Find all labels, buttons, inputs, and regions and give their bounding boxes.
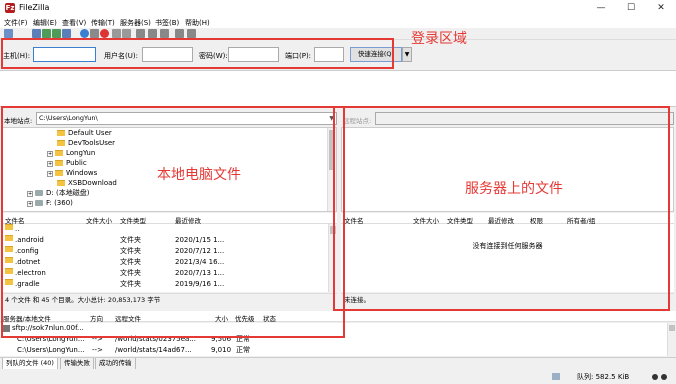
status-bar: 队列: 582.5 KiB (0, 369, 676, 384)
close-button[interactable]: ✕ (646, 0, 676, 17)
menu-edit[interactable]: 编辑(E) (33, 18, 57, 28)
filezilla-icon: Fz (5, 3, 15, 13)
remote-files-annotation: 服务器上的文件 (465, 181, 563, 197)
toggle-remote-tree-icon[interactable] (52, 29, 61, 38)
message-log (0, 70, 676, 107)
menu-view[interactable]: 查看(V) (62, 18, 86, 28)
window-title: FileZilla (19, 3, 50, 12)
queue-row[interactable]: C:\Users\LongYun... --> /world/stats/14a… (0, 345, 676, 356)
login-area-annotation: 登录区域 (411, 31, 467, 47)
find-icon[interactable] (187, 29, 196, 38)
toggle-tree-icon[interactable] (42, 29, 51, 38)
disconnect-icon[interactable] (112, 29, 121, 38)
cancel-icon[interactable] (100, 29, 109, 38)
filter-icon[interactable] (136, 29, 145, 38)
sync-browse-icon[interactable] (160, 29, 169, 38)
reconnect-icon[interactable] (122, 29, 131, 38)
toggle-log-icon[interactable] (32, 29, 41, 38)
scroll-thumb[interactable] (669, 325, 675, 331)
site-manager-icon[interactable] (4, 29, 13, 38)
status-led-icon (652, 374, 658, 380)
login-area-box (1, 38, 394, 69)
search-icon[interactable] (175, 29, 184, 38)
menu-server[interactable]: 服务器(S) (120, 18, 151, 28)
queue-icon (552, 373, 560, 380)
minimize-button[interactable]: — (586, 0, 616, 17)
menu-bookmarks[interactable]: 书签(B) (155, 18, 179, 28)
menu-help[interactable]: 帮助(H) (185, 18, 210, 28)
menu-transfer[interactable]: 传输(T) (91, 18, 115, 28)
quickconnect-dropdown[interactable]: ▼ (402, 47, 412, 62)
compare-icon[interactable] (148, 29, 157, 38)
queue-scrollbar[interactable] (667, 323, 676, 356)
queue-tabs: 列队的文件 (40) 传输失败 成功的传输 (0, 357, 676, 370)
menu-file[interactable]: 文件(F) (4, 18, 28, 28)
menu-bar: 文件(F) 编辑(E) 查看(V) 传输(T) 服务器(S) 书签(B) 帮助(… (0, 17, 676, 28)
title-bar: Fz FileZilla — ☐ ✕ (0, 0, 676, 17)
local-area-box (1, 106, 345, 338)
process-queue-icon[interactable] (90, 29, 99, 38)
local-files-annotation: 本地电脑文件 (157, 167, 241, 183)
queue-size: 队列: 582.5 KiB (577, 373, 630, 381)
remote-area-box (333, 106, 670, 311)
status-led-icon (661, 374, 667, 380)
toggle-queue-icon[interactable] (62, 29, 71, 38)
refresh-icon[interactable] (80, 29, 89, 38)
maximize-button[interactable]: ☐ (616, 0, 646, 17)
